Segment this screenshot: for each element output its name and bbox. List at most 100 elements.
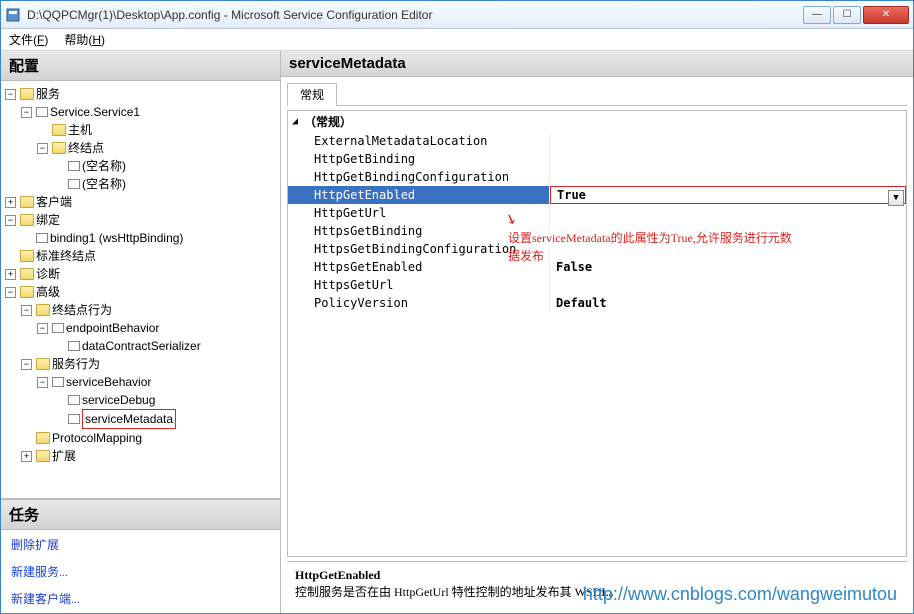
binding-icon	[36, 233, 48, 243]
tree-endpoint-behavior[interactable]: endpointBehavior	[66, 319, 159, 337]
prop-value[interactable]	[550, 150, 906, 168]
prop-value-selected[interactable]: True	[550, 186, 906, 204]
folder-icon	[20, 250, 34, 262]
tasks-header: 任务	[1, 500, 280, 530]
service-icon	[36, 107, 48, 117]
body: 配置 − 服务 − Service.Service1 主机	[1, 51, 913, 613]
prop-value[interactable]	[550, 132, 906, 150]
detail-header: serviceMetadata	[281, 51, 913, 77]
tree-service1[interactable]: Service.Service1	[50, 103, 140, 121]
prop-name[interactable]: ExternalMetadataLocation	[288, 132, 550, 150]
expander-icon[interactable]: +	[5, 197, 16, 208]
tree-empty-name[interactable]: (空名称)	[82, 157, 126, 175]
prop-name-selected[interactable]: HttpGetEnabled	[288, 186, 550, 204]
menu-help[interactable]: 帮助(H)	[64, 31, 105, 48]
expander-icon[interactable]: −	[5, 89, 16, 100]
ext-icon	[68, 395, 80, 405]
tree-service-behavior[interactable]: serviceBehavior	[66, 373, 151, 391]
tree-bindings[interactable]: 绑定	[36, 211, 60, 229]
tab-general[interactable]: 常规	[287, 83, 337, 106]
expander-icon[interactable]: +	[21, 451, 32, 462]
behavior-icon	[52, 377, 64, 387]
config-tree[interactable]: − 服务 − Service.Service1 主机 − 终结点	[1, 81, 280, 499]
app-icon	[5, 7, 21, 23]
behavior-icon	[52, 323, 64, 333]
folder-icon	[52, 124, 66, 136]
tree-host[interactable]: 主机	[68, 121, 92, 139]
tree-std-endpoints[interactable]: 标准终结点	[36, 247, 96, 265]
tree-protocol-mapping[interactable]: ProtocolMapping	[52, 429, 142, 447]
annotation-text: 设置serviceMetadata的此属性为True,允许服务进行元数	[508, 229, 792, 246]
prop-name[interactable]: HttpGetBindingConfiguration	[288, 168, 550, 186]
expander-icon[interactable]: −	[5, 215, 16, 226]
config-header: 配置	[1, 51, 280, 81]
watermark-link: http://www.cnblogs.com/wangweimutou	[583, 584, 897, 605]
description-name: HttpGetEnabled	[295, 568, 899, 583]
task-new-client[interactable]: 新建客户端...	[11, 590, 270, 607]
folder-icon	[36, 432, 50, 444]
task-delete-extension[interactable]: 删除扩展	[11, 536, 270, 553]
prop-value[interactable]	[550, 168, 906, 186]
folder-icon	[36, 358, 50, 370]
prop-name[interactable]: HttpGetBinding	[288, 150, 550, 168]
collapse-icon[interactable]: ◢	[292, 116, 298, 127]
left-panel: 配置 − 服务 − Service.Service1 主机	[1, 51, 281, 613]
prop-category[interactable]: ◢（常规）	[288, 111, 906, 132]
folder-icon	[20, 196, 34, 208]
prop-name[interactable]: PolicyVersion	[288, 294, 550, 312]
tree-dcs[interactable]: dataContractSerializer	[82, 337, 201, 355]
close-button[interactable]: ✕	[863, 6, 909, 24]
tree-endpoints[interactable]: 终结点	[68, 139, 104, 157]
tree-binding1[interactable]: binding1 (wsHttpBinding)	[50, 229, 183, 247]
tree-extensions[interactable]: 扩展	[52, 447, 76, 465]
menu-file[interactable]: 文件(F)	[9, 31, 48, 48]
prop-value[interactable]: False	[550, 258, 906, 276]
expander-icon[interactable]: −	[5, 287, 16, 298]
expander-icon[interactable]: −	[37, 377, 48, 388]
expander-icon[interactable]: −	[21, 359, 32, 370]
prop-value[interactable]: Default	[550, 294, 906, 312]
menubar: 文件(F) 帮助(H)	[1, 29, 913, 51]
expander-icon[interactable]: +	[5, 269, 16, 280]
tree-service-behaviors[interactable]: 服务行为	[52, 355, 100, 373]
window-buttons: — ☐ ✕	[803, 6, 909, 24]
folder-icon	[20, 286, 34, 298]
tree-endpoint-behaviors[interactable]: 终结点行为	[52, 301, 112, 319]
folder-icon	[20, 214, 34, 226]
tabset: 常规	[287, 83, 907, 106]
right-panel: serviceMetadata 常规 ◢（常规） ExternalMetadat…	[281, 51, 913, 613]
expander-icon[interactable]: −	[37, 143, 48, 154]
description-box: HttpGetEnabled 控制服务是否在由 HttpGetUrl 特性控制的…	[287, 561, 907, 607]
minimize-button[interactable]: —	[803, 6, 831, 24]
tree-service-debug[interactable]: serviceDebug	[82, 391, 155, 409]
expander-icon[interactable]: −	[21, 107, 32, 118]
folder-icon	[36, 450, 50, 462]
prop-value[interactable]	[550, 276, 906, 294]
task-new-service[interactable]: 新建服务...	[11, 563, 270, 580]
prop-name[interactable]: HttpsGetUrl	[288, 276, 550, 294]
ext-icon	[68, 341, 80, 351]
maximize-button[interactable]: ☐	[833, 6, 861, 24]
tree-service-metadata[interactable]: serviceMetadata	[82, 409, 176, 429]
tree-diagnostics[interactable]: 诊断	[36, 265, 60, 283]
folder-icon	[20, 268, 34, 280]
expander-icon[interactable]: −	[37, 323, 48, 334]
titlebar[interactable]: D:\QQPCMgr(1)\Desktop\App.config - Micro…	[1, 1, 913, 29]
tree-client[interactable]: 客户端	[36, 193, 72, 211]
tree-services[interactable]: 服务	[36, 85, 60, 103]
app-window: D:\QQPCMgr(1)\Desktop\App.config - Micro…	[0, 0, 914, 614]
tasks-panel: 任务 删除扩展 新建服务... 新建客户端...	[1, 499, 280, 613]
folder-icon	[20, 88, 34, 100]
tree-advanced[interactable]: 高级	[36, 283, 60, 301]
property-grid[interactable]: ◢（常规） ExternalMetadataLocation HttpGetBi…	[287, 110, 907, 557]
ext-icon	[68, 414, 80, 424]
tree-empty-name[interactable]: (空名称)	[82, 175, 126, 193]
endpoint-icon	[68, 161, 80, 171]
expander-icon[interactable]: −	[21, 305, 32, 316]
annotation-text: 据发布	[508, 247, 544, 264]
prop-value[interactable]	[550, 204, 906, 222]
window-title: D:\QQPCMgr(1)\Desktop\App.config - Micro…	[27, 8, 803, 22]
endpoint-icon	[68, 179, 80, 189]
folder-icon	[36, 304, 50, 316]
dropdown-button[interactable]: ▼	[888, 190, 904, 206]
